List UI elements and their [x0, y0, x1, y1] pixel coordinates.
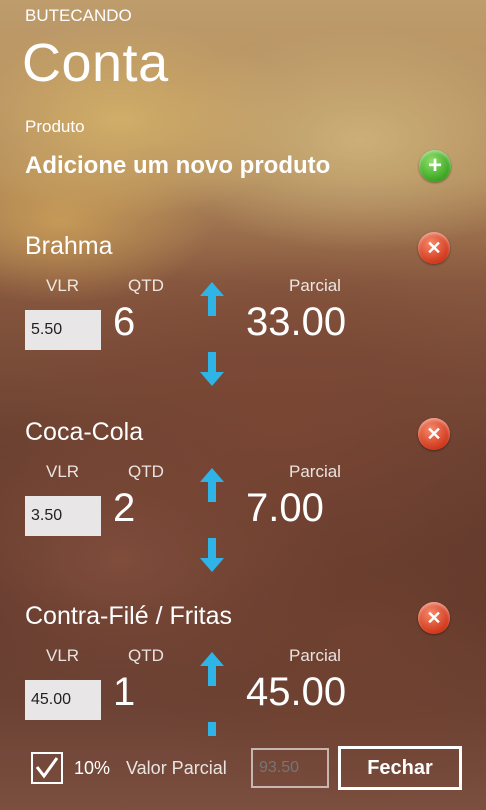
app-title: BUTECANDO [25, 6, 132, 25]
list-item: Brahma ✕ VLR QTD Parcial 6 33.00 [0, 232, 486, 417]
qtd-label: QTD [128, 646, 164, 665]
arrow-down-icon[interactable] [200, 538, 224, 572]
close-button[interactable]: Fechar [338, 746, 462, 790]
checkmark-icon [35, 757, 59, 779]
plus-circle-icon[interactable]: + [419, 150, 451, 182]
parcial-label: Parcial [289, 462, 341, 481]
parcial-label: Parcial [289, 276, 341, 295]
vlr-input[interactable] [25, 680, 101, 720]
item-name: Contra-Filé / Fritas [25, 602, 232, 630]
arrow-down-icon[interactable] [200, 722, 224, 736]
page-title: Conta [22, 33, 169, 93]
parcial-value: 7.00 [246, 486, 324, 530]
arrow-up-icon[interactable] [200, 652, 224, 686]
x-circle-icon[interactable]: ✕ [418, 418, 450, 450]
vlr-input[interactable] [25, 310, 101, 350]
x-circle-icon[interactable]: ✕ [418, 232, 450, 264]
qtd-value: 6 [113, 300, 136, 344]
item-name: Coca-Cola [25, 418, 144, 446]
footer-bar: 10% Valor Parcial Fechar [0, 740, 486, 810]
qtd-label: QTD [128, 462, 164, 481]
vlr-label: VLR [46, 276, 80, 295]
list-item: Coca-Cola ✕ VLR QTD Parcial 2 7.00 [0, 418, 486, 603]
qtd-value: 1 [113, 670, 136, 714]
parcial-value: 33.00 [246, 300, 347, 344]
percent-label: 10% [74, 758, 111, 778]
add-product-text[interactable]: Adicione um novo produto [25, 152, 330, 180]
vlr-input[interactable] [25, 496, 101, 536]
arrow-up-icon[interactable] [200, 468, 224, 502]
vlr-label: VLR [46, 646, 80, 665]
produto-label: Produto [25, 117, 85, 136]
arrow-up-icon[interactable] [200, 282, 224, 316]
vlr-label: VLR [46, 462, 80, 481]
qtd-value: 2 [113, 486, 136, 530]
add-product-row[interactable]: Adicione um novo produto + [25, 150, 455, 186]
parcial-value: 45.00 [246, 670, 347, 714]
percent-checkbox[interactable] [31, 752, 63, 784]
parcial-label: Parcial [289, 646, 341, 665]
valor-parcial-label: Valor Parcial [126, 758, 227, 778]
x-circle-icon[interactable]: ✕ [418, 602, 450, 634]
item-name: Brahma [25, 232, 113, 260]
qtd-label: QTD [128, 276, 164, 295]
arrow-down-icon[interactable] [200, 352, 224, 386]
valor-parcial-input[interactable] [251, 748, 329, 788]
